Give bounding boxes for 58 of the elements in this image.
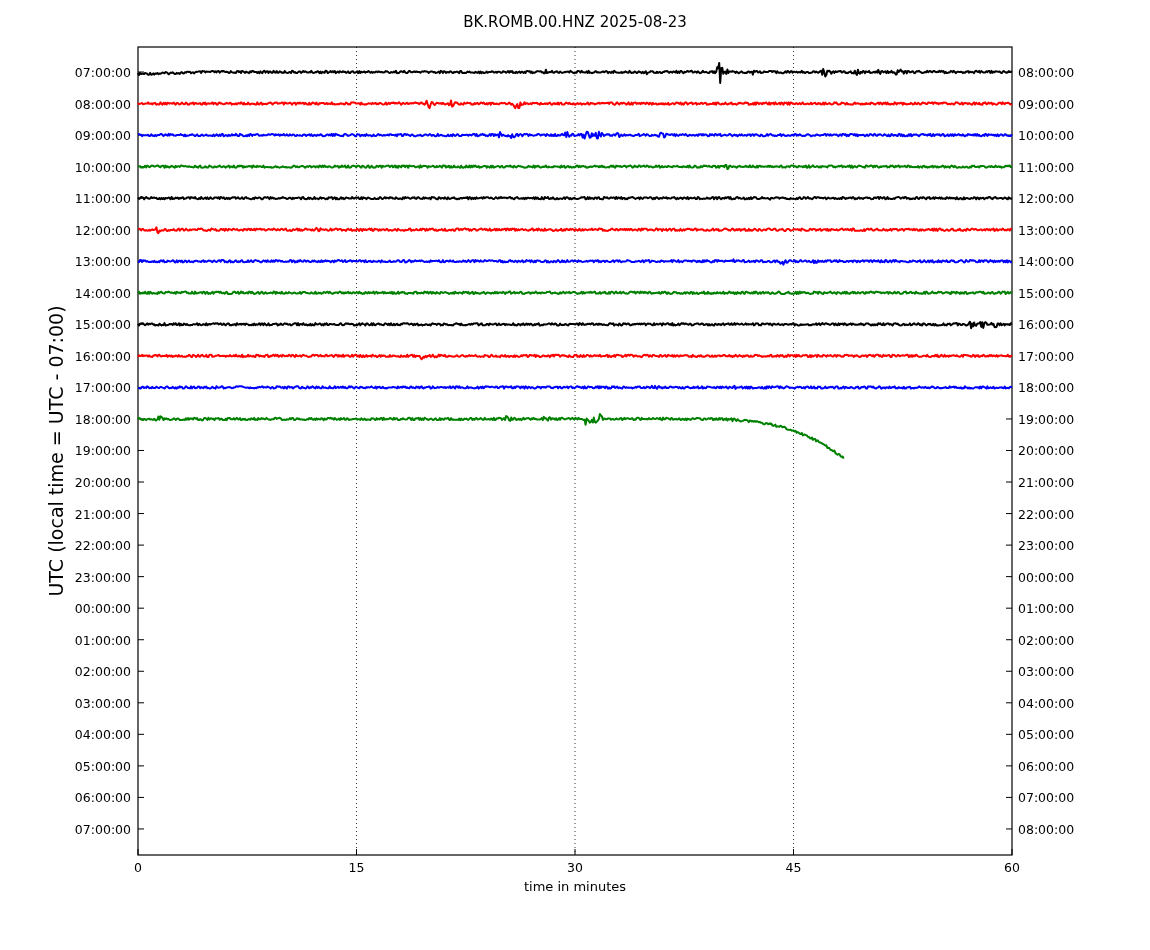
tick-label: 13:00:00 [1018, 222, 1075, 238]
tick-label: 14:00:00 [1018, 254, 1075, 270]
tick-label: 0 [134, 860, 142, 875]
tick-label: 02:00:00 [1018, 632, 1075, 648]
tick-label: 06:00:00 [1018, 758, 1075, 774]
tick-label: 04:00:00 [74, 727, 131, 743]
tick-label: 23:00:00 [74, 569, 131, 585]
tick-label: 45 [785, 860, 802, 875]
tick-label: 09:00:00 [1018, 96, 1075, 112]
tick-label: 04:00:00 [1018, 695, 1075, 711]
tick-label: 01:00:00 [74, 632, 131, 648]
tick-label: 00:00:00 [1018, 569, 1075, 585]
tick-label: 10:00:00 [1018, 128, 1075, 144]
tick-label: 21:00:00 [74, 506, 131, 522]
tick-label: 22:00:00 [74, 538, 131, 554]
tick-label: 09:00:00 [74, 128, 131, 144]
tick-label: 00:00:00 [74, 601, 131, 617]
tick-label: 01:00:00 [1018, 601, 1075, 617]
tick-label: 19:00:00 [74, 443, 131, 459]
tick-label: 17:00:00 [1018, 348, 1075, 364]
tick-label: 03:00:00 [74, 695, 131, 711]
tick-label: 13:00:00 [74, 254, 131, 270]
tick-label: 18:00:00 [1018, 380, 1075, 396]
tick-label: 12:00:00 [74, 222, 131, 238]
tick-label: 30 [567, 860, 583, 875]
tick-label: 08:00:00 [74, 96, 131, 112]
tick-label: 19:00:00 [1018, 411, 1075, 427]
tick-label: 07:00:00 [74, 65, 131, 80]
tick-label: 05:00:00 [1018, 727, 1075, 743]
tick-label: 11:00:00 [1018, 159, 1075, 175]
tick-label: 15 [348, 860, 365, 875]
tick-label: 16:00:00 [1018, 317, 1075, 333]
axis-label: UTC (local time = UTC - 07:00) [45, 305, 67, 597]
tick-label: 15:00:00 [1018, 285, 1075, 301]
chart-title: BK.ROMB.00.HNZ 2025-08-23 [463, 13, 687, 31]
tick-label: 23:00:00 [1018, 538, 1075, 554]
axis-label: time in minutes [523, 879, 627, 894]
tick-label: 12:00:00 [1018, 191, 1075, 207]
tick-label: 17:00:00 [74, 380, 131, 396]
tick-label: 16:00:00 [74, 348, 131, 364]
tick-label: 02:00:00 [74, 664, 131, 680]
tick-label: 22:00:00 [1018, 506, 1075, 522]
tick-label: 06:00:00 [74, 790, 131, 806]
tick-label: 21:00:00 [1018, 475, 1075, 490]
tick-label: 07:00:00 [1018, 790, 1075, 806]
tick-label: 20:00:00 [1018, 443, 1075, 459]
tick-label: 60 [1004, 860, 1020, 875]
tick-label: 10:00:00 [74, 159, 131, 175]
tick-label: 07:00:00 [74, 821, 131, 837]
tick-label: 08:00:00 [1018, 821, 1075, 837]
tick-label: 11:00:00 [74, 191, 131, 207]
tick-label: 08:00:00 [1018, 65, 1075, 80]
tick-label: 15:00:00 [74, 317, 131, 333]
tick-label: 05:00:00 [74, 758, 131, 774]
tick-label: 20:00:00 [74, 475, 131, 490]
tick-label: 03:00:00 [1018, 664, 1075, 680]
tick-label: 14:00:00 [74, 285, 131, 301]
tick-label: 18:00:00 [74, 411, 131, 427]
